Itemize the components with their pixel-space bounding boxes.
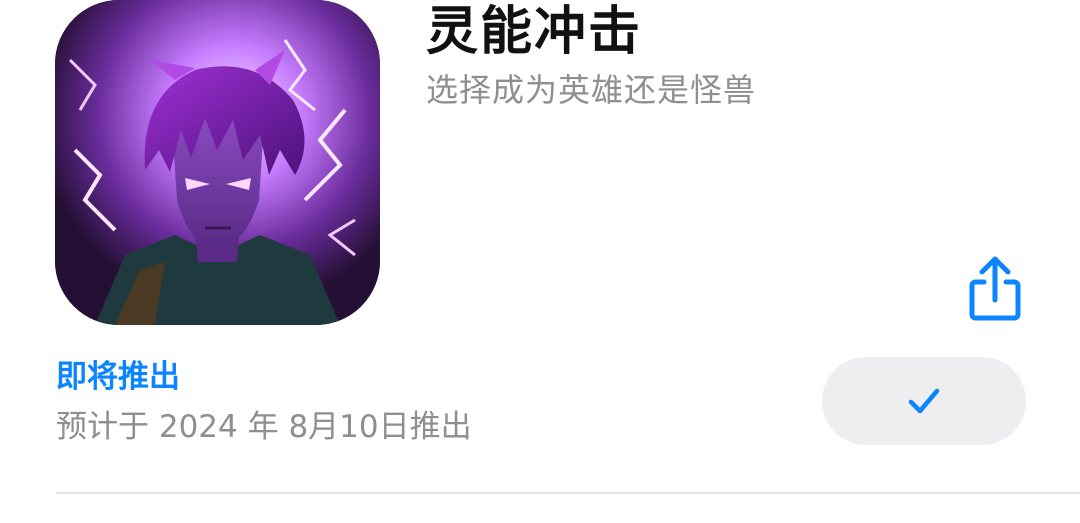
- section-divider: [56, 492, 1080, 494]
- checkmark-icon: [908, 388, 940, 414]
- app-store-header: 灵能冲击 选择成为英雄还是怪兽 即将推出 预计于 2024 年 8月10日推出: [0, 0, 1080, 523]
- app-title: 灵能冲击: [426, 2, 643, 62]
- app-icon[interactable]: [55, 0, 380, 325]
- app-subtitle: 选择成为英雄还是怪兽: [426, 71, 757, 109]
- notify-me-button[interactable]: [822, 357, 1026, 445]
- release-status-label: 即将推出: [56, 359, 180, 395]
- share-icon: [969, 256, 1021, 321]
- release-date-text: 预计于 2024 年 8月10日推出: [56, 409, 472, 445]
- share-button[interactable]: [960, 250, 1030, 330]
- app-icon-artwork: [55, 0, 380, 325]
